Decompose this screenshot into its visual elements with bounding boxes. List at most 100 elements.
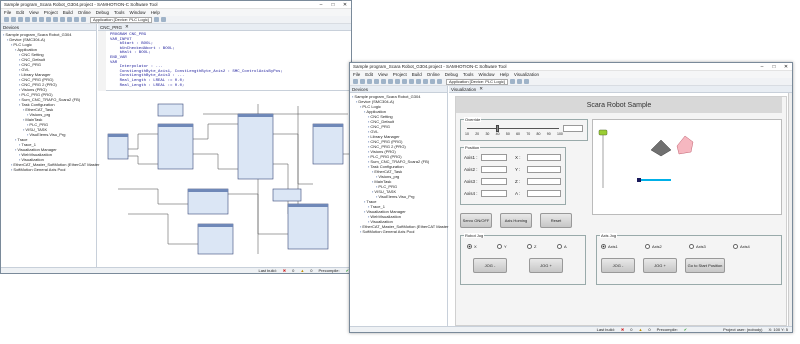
last-build-label: Last build: (596, 327, 615, 332)
robot-jog-minus-button[interactable]: JOG - (473, 258, 507, 273)
back-code-area[interactable]: PROGRAM CNC_PRG VAR_INPUT bStart : BOOL; … (98, 31, 351, 91)
visu-vertical-scrollbar[interactable] (788, 93, 792, 327)
menu-item-tools[interactable]: Tools (114, 10, 125, 15)
tree-item[interactable]: ▪SoftMotion General Axis Pool (350, 229, 447, 234)
axis-jog-plus-button[interactable]: JOG + (643, 258, 677, 273)
robot-jog-plus-button[interactable]: JOG + (529, 258, 563, 273)
precompile-ok-icon: ✔ (683, 327, 688, 332)
menu-item-file[interactable]: File (4, 10, 11, 15)
front-application-combo[interactable]: Application [Device: PLC Logic] (446, 78, 508, 85)
radio-label: Axis1 (608, 244, 618, 249)
maximize-button[interactable]: □ (327, 1, 339, 8)
undo-icon[interactable] (25, 17, 30, 22)
undo-icon[interactable] (374, 79, 379, 84)
override-slider-thumb[interactable] (496, 125, 500, 132)
reset-button[interactable]: Reset (540, 213, 572, 228)
menu-item-build[interactable]: Build (63, 10, 73, 15)
robot-jog-radio[interactable]: Z (527, 244, 536, 249)
slider-tick-label: 60 (516, 132, 521, 136)
tab-close-icon[interactable]: ✕ (479, 86, 483, 92)
menu-item-project[interactable]: Project (44, 10, 58, 15)
menu-item-window[interactable]: Window (130, 10, 146, 15)
axis-jog-minus-button[interactable]: JOG - (601, 258, 635, 273)
step-icon[interactable] (509, 79, 515, 84)
save-icon[interactable] (367, 79, 372, 84)
new-icon[interactable] (353, 79, 358, 84)
paste-icon[interactable] (53, 17, 58, 22)
menu-item-build[interactable]: Build (412, 72, 422, 77)
robot-jog-radio[interactable]: X (467, 244, 477, 249)
menu-item-edit[interactable]: Edit (16, 10, 24, 15)
axis-jog-radio[interactable]: Axis3 (689, 244, 706, 249)
tab-label: CNC_PRG (100, 24, 123, 30)
axis-jog-radio[interactable]: Axis4 (733, 244, 750, 249)
tab-label: Visualization (451, 86, 477, 92)
close-button[interactable]: ✕ (339, 1, 351, 8)
copy-icon[interactable] (46, 17, 51, 22)
zoom-icon[interactable] (523, 79, 529, 84)
breakpoint-icon[interactable] (516, 79, 522, 84)
menu-item-project[interactable]: Project (393, 72, 407, 77)
back-editor-tab[interactable]: CNC_PRG ✕ (98, 24, 351, 31)
new-icon[interactable] (4, 17, 9, 22)
robot-jog-radio[interactable]: Y (497, 244, 507, 249)
axis-label: Axis4 : (464, 191, 478, 196)
find-icon[interactable] (409, 79, 414, 84)
build-icon[interactable] (416, 79, 421, 84)
step-icon[interactable] (153, 17, 159, 22)
cut-icon[interactable] (388, 79, 393, 84)
redo-icon[interactable] (381, 79, 386, 84)
menu-item-view[interactable]: View (378, 72, 388, 77)
minimize-button[interactable]: – (756, 63, 768, 70)
menu-item-tools[interactable]: Tools (463, 72, 474, 77)
coord-label: Y : (515, 167, 521, 172)
menu-item-visualization[interactable]: Visualization (514, 72, 539, 77)
build-icon[interactable] (60, 17, 65, 22)
stop-icon[interactable] (81, 17, 86, 22)
visu-editor-tab[interactable]: Visualization ✕ (449, 86, 792, 93)
breakpoint-icon[interactable] (160, 17, 166, 22)
copy-icon[interactable] (395, 79, 400, 84)
open-icon[interactable] (360, 79, 365, 84)
run-icon[interactable] (430, 79, 435, 84)
run-icon[interactable] (74, 17, 79, 22)
axis-jog-radio[interactable]: Axis1 (601, 244, 618, 249)
override-slider-track[interactable] (467, 128, 559, 129)
minimize-button[interactable]: – (315, 1, 327, 8)
axis-homing-button[interactable]: Axis Homing (500, 213, 532, 228)
maximize-button[interactable]: □ (768, 63, 780, 70)
menu-item-debug[interactable]: Debug (445, 72, 458, 77)
go-to-start-position-button[interactable]: Go to Start Position (685, 258, 725, 273)
menu-item-debug[interactable]: Debug (96, 10, 109, 15)
front-toolbar: Application [Device: PLC Logic] (350, 78, 792, 86)
robot-jog-radio[interactable]: A (557, 244, 567, 249)
tab-close-icon[interactable]: ✕ (125, 24, 129, 30)
open-icon[interactable] (11, 17, 16, 22)
menu-item-edit[interactable]: Edit (365, 72, 373, 77)
coord-value-field (527, 154, 561, 161)
override-label: Override (464, 117, 482, 122)
tree-item[interactable]: ▪SoftMotion General Axis Pool (1, 167, 96, 172)
back-status-bar: Last build: ✖ 0 ▲ 0 Precompile: ✔ (1, 267, 351, 273)
error-count-icon: ✖ (282, 268, 287, 273)
login-icon[interactable] (67, 17, 72, 22)
menu-item-online[interactable]: Online (78, 10, 91, 15)
menu-item-help[interactable]: Help (500, 72, 509, 77)
save-icon[interactable] (18, 17, 23, 22)
cut-icon[interactable] (39, 17, 44, 22)
paste-icon[interactable] (402, 79, 407, 84)
menu-item-file[interactable]: File (353, 72, 360, 77)
back-application-combo[interactable]: Application [Device: PLC Logic] (90, 16, 152, 23)
stop-icon[interactable] (437, 79, 442, 84)
servo-on-off-button[interactable]: Servo ON/OFF (460, 213, 492, 228)
axis-jog-radio[interactable]: Axis2 (645, 244, 662, 249)
axis-value-field (481, 190, 507, 197)
login-icon[interactable] (423, 79, 428, 84)
redo-icon[interactable] (32, 17, 37, 22)
close-button[interactable]: ✕ (780, 63, 792, 70)
menu-item-window[interactable]: Window (479, 72, 495, 77)
menu-item-view[interactable]: View (29, 10, 39, 15)
menu-item-help[interactable]: Help (151, 10, 160, 15)
menu-item-online[interactable]: Online (427, 72, 440, 77)
axis-jog-group: Axis Jog Axis1 Axis2 Axis3 Axis4 JOG - JOG … (596, 233, 782, 285)
